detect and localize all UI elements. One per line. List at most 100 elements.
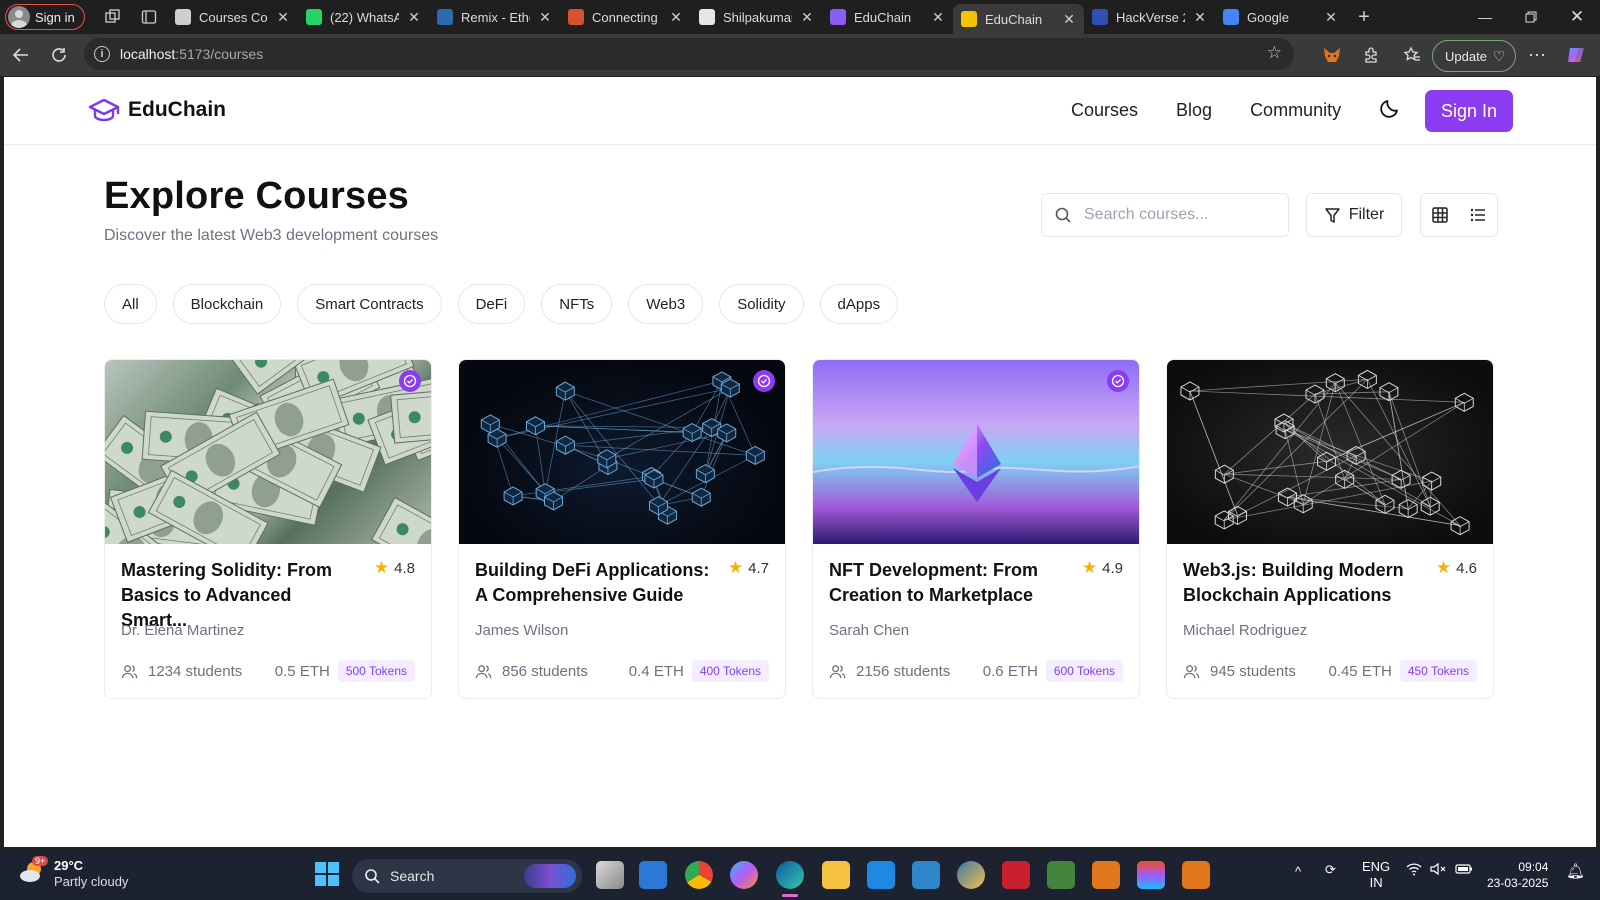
category-chip[interactable]: Smart Contracts <box>297 284 442 324</box>
show-hidden-icons-icon[interactable]: ^ <box>1295 864 1301 879</box>
python-idle-icon[interactable] <box>957 861 985 889</box>
more-options-icon[interactable]: ⋯ <box>1524 42 1550 68</box>
tab-close-icon[interactable]: ✕ <box>276 9 290 26</box>
tab-close-icon[interactable]: ✕ <box>931 9 945 26</box>
course-card[interactable]: Web3.js: Building Modern Blockchain Appl… <box>1166 359 1494 699</box>
browser-tab[interactable]: Remix - Ethe ✕ <box>429 0 560 34</box>
rating-value: 4.9 <box>1102 559 1123 577</box>
category-chip[interactable]: Web3 <box>628 284 704 324</box>
restore-button[interactable] <box>1508 0 1554 34</box>
weather-widget[interactable]: 9+ 29°C Partly cloudy <box>18 856 128 890</box>
node-icon[interactable] <box>1047 861 1075 889</box>
notification-bell-icon[interactable]: 🔔︎ <box>1566 862 1585 880</box>
task-view-icon[interactable] <box>596 861 624 889</box>
filter-button[interactable]: Filter <box>1306 193 1402 237</box>
mcafee-icon[interactable] <box>1002 861 1030 889</box>
token-reward-badge: 500 Tokens <box>337 660 415 682</box>
update-label: Update <box>1445 48 1487 64</box>
metamask-app-icon[interactable] <box>1092 861 1120 889</box>
list-view-icon[interactable] <box>1468 205 1488 225</box>
course-price: 0.45 ETH <box>1328 662 1392 680</box>
course-card[interactable]: Mastering Solidity: From Basics to Advan… <box>104 359 432 699</box>
tab-actions-icon[interactable] <box>131 0 167 34</box>
course-title[interactable]: Building DeFi Applications: A Comprehens… <box>475 558 713 608</box>
metamask-extension-icon[interactable] <box>1319 42 1345 68</box>
microsoft-store-icon[interactable] <box>639 861 667 889</box>
back-button[interactable] <box>2 36 40 74</box>
favorites-icon[interactable] <box>1399 42 1425 68</box>
category-chip[interactable]: dApps <box>819 284 899 324</box>
reload-button[interactable] <box>40 36 78 74</box>
users-icon <box>475 664 492 678</box>
copilot-app-icon[interactable] <box>730 861 758 889</box>
file-explorer-icon[interactable] <box>822 861 850 889</box>
volume-muted-icon[interactable] <box>1430 862 1446 879</box>
course-title[interactable]: Web3.js: Building Modern Blockchain Appl… <box>1183 558 1421 608</box>
tab-close-icon[interactable]: ✕ <box>800 9 814 26</box>
moon-icon[interactable] <box>1379 97 1405 123</box>
taskbar-search-button[interactable]: Search <box>352 859 582 893</box>
users-icon <box>121 664 138 678</box>
browser-tab[interactable]: EduChain ✕ <box>822 0 953 34</box>
language-indicator[interactable]: ENG IN <box>1362 859 1390 891</box>
minimize-button[interactable]: — <box>1462 0 1508 34</box>
vscode-icon[interactable] <box>867 861 895 889</box>
browser-tab[interactable]: HackVerse 2 ✕ <box>1084 0 1215 34</box>
browser-tab[interactable]: Courses Con ✕ <box>167 0 298 34</box>
tab-close-icon[interactable]: ✕ <box>538 9 552 26</box>
search-input[interactable] <box>1084 206 1264 224</box>
copilot-icon[interactable] <box>1563 42 1589 68</box>
edge-icon[interactable] <box>776 861 804 889</box>
close-window-button[interactable]: ✕ <box>1554 0 1600 34</box>
lang-line-1: ENG <box>1362 859 1391 874</box>
figma-icon[interactable] <box>1137 861 1165 889</box>
tab-close-icon[interactable]: ✕ <box>1062 11 1076 28</box>
workspaces-icon[interactable] <box>95 0 131 34</box>
tab-favicon-icon <box>437 9 453 25</box>
tab-favicon-icon <box>568 9 584 25</box>
tab-close-icon[interactable]: ✕ <box>669 9 683 26</box>
browser-tab[interactable]: Shilpakumar ✕ <box>691 0 822 34</box>
category-chip[interactable]: Solidity <box>719 284 804 324</box>
windows-start-icon[interactable] <box>314 861 342 889</box>
sync-icon[interactable]: ⟳ <box>1325 862 1336 878</box>
battery-icon[interactable] <box>1455 862 1473 879</box>
metamask-app-icon-2[interactable] <box>1182 861 1210 889</box>
course-title[interactable]: NFT Development: From Creation to Market… <box>829 558 1067 608</box>
favorite-star-icon[interactable]: ☆ <box>1267 43 1282 63</box>
grid-view-icon[interactable] <box>1430 205 1450 225</box>
tab-close-icon[interactable]: ✕ <box>1193 9 1207 26</box>
site-info-icon[interactable]: i <box>94 46 110 62</box>
browser-tab[interactable]: EduChain ✕ <box>953 4 1084 34</box>
wifi-icon[interactable] <box>1406 862 1422 879</box>
browser-tab[interactable]: (22) WhatsAp ✕ <box>298 0 429 34</box>
category-chip[interactable]: NFTs <box>541 284 613 324</box>
nav-link-blog[interactable]: Blog <box>1176 100 1212 121</box>
page-subtitle: Discover the latest Web3 development cou… <box>104 227 439 244</box>
extensions-icon[interactable] <box>1358 42 1384 68</box>
mysql-workbench-icon[interactable] <box>912 861 940 889</box>
profile-signin-button[interactable]: Sign in <box>5 4 85 30</box>
category-chip[interactable]: All <box>104 284 157 324</box>
category-chip[interactable]: Blockchain <box>172 284 282 324</box>
nav-link-courses[interactable]: Courses <box>1071 100 1138 121</box>
tab-close-icon[interactable]: ✕ <box>1324 9 1338 26</box>
update-button[interactable]: Update ♡ <box>1432 40 1516 72</box>
browser-tab[interactable]: Google ✕ <box>1215 0 1346 34</box>
nav-link-community[interactable]: Community <box>1250 100 1341 121</box>
system-clock[interactable]: 09:04 23-03-2025 <box>1487 859 1548 891</box>
category-chip[interactable]: DeFi <box>457 284 526 324</box>
graduation-cap-icon <box>88 98 120 122</box>
tab-close-icon[interactable]: ✕ <box>407 9 421 26</box>
search-field[interactable] <box>1041 193 1289 237</box>
new-tab-button[interactable]: + <box>1346 0 1382 34</box>
sign-in-button[interactable]: Sign In <box>1425 90 1513 132</box>
brand-logo-link[interactable]: EduChain <box>88 97 226 123</box>
course-card[interactable]: NFT Development: From Creation to Market… <box>812 359 1140 699</box>
course-card[interactable]: Building DeFi Applications: A Comprehens… <box>458 359 786 699</box>
browser-tab[interactable]: Connecting (✕ <box>560 0 691 34</box>
address-bar[interactable]: i localhost:5173/courses ☆ <box>84 38 1294 70</box>
chrome-icon[interactable] <box>685 861 713 889</box>
token-reward-badge: 400 Tokens <box>691 660 769 682</box>
verified-badge-icon <box>753 370 775 392</box>
